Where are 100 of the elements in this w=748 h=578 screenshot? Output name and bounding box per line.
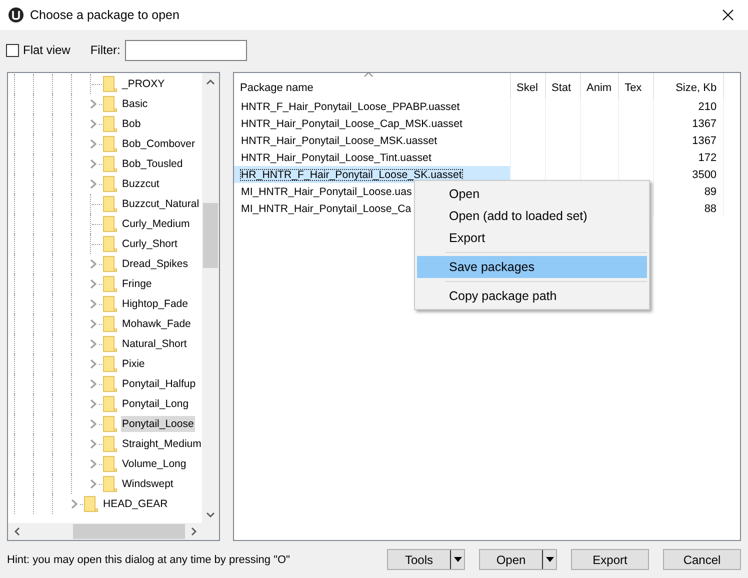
package-row[interactable]: HNTR_Hair_Ponytail_Loose_MSK.uasset xyxy=(234,132,510,149)
tree-item[interactable]: Natural_Short xyxy=(121,336,188,352)
chevron-icon[interactable] xyxy=(90,479,97,489)
tree-item[interactable]: Ponytail_Long xyxy=(121,396,190,412)
folder-icon xyxy=(103,396,117,412)
package-row[interactable]: HNTR_F_Hair_Ponytail_Loose_PPABP.uasset xyxy=(234,98,510,115)
scroll-down-icon[interactable] xyxy=(206,512,215,518)
folder-icon xyxy=(103,256,117,272)
scroll-thumb[interactable] xyxy=(73,524,185,539)
tree-item[interactable]: Bob_Tousled xyxy=(121,156,184,172)
folder-icon xyxy=(103,476,117,492)
folder-icon xyxy=(103,296,117,312)
package-row[interactable]: HNTR_Hair_Ponytail_Loose_Cap_MSK.uasset xyxy=(234,115,510,132)
dropdown-icon[interactable] xyxy=(546,557,554,562)
folder-icon xyxy=(103,456,117,472)
scroll-left-icon[interactable] xyxy=(14,527,20,536)
column-header[interactable]: Tex xyxy=(618,73,654,98)
package-row[interactable]: HR_HNTR_F_Hair_Ponytail_Loose_SK.uasset xyxy=(234,166,510,183)
tree-item[interactable]: Bob xyxy=(121,116,142,132)
tree-item[interactable]: Pixie xyxy=(121,356,146,372)
size-cell: 1367 xyxy=(692,134,717,146)
filter-field[interactable] xyxy=(125,40,248,60)
folder-icon xyxy=(103,116,117,132)
chevron-icon[interactable] xyxy=(90,379,97,389)
tree-item[interactable]: Buzzcut xyxy=(121,176,160,192)
tree-item[interactable]: Windswept xyxy=(121,476,174,492)
folder-icon xyxy=(103,216,117,232)
column-header[interactable]: Skel xyxy=(510,73,545,98)
chevron-icon[interactable] xyxy=(90,359,97,369)
chevron-icon[interactable] xyxy=(90,99,97,109)
folder-icon xyxy=(103,436,117,452)
folder-icon xyxy=(103,276,117,292)
tree-item[interactable]: Fringe xyxy=(121,276,153,292)
scroll-thumb[interactable] xyxy=(203,203,218,268)
dialog-button[interactable]: Export xyxy=(571,549,649,570)
tree-item[interactable]: HEAD_GEAR xyxy=(102,496,169,512)
tree-item[interactable]: Basic xyxy=(121,96,149,112)
chevron-icon[interactable] xyxy=(90,139,97,149)
tree-item[interactable]: Ponytail_Halfup xyxy=(121,376,197,392)
folder-icon xyxy=(103,156,117,172)
vertical-scrollbar[interactable] xyxy=(202,73,219,523)
dialog-button[interactable]: Open xyxy=(479,549,557,570)
folder-icon xyxy=(103,236,117,252)
dialog-button[interactable]: Tools xyxy=(387,549,465,570)
size-cell: 3500 xyxy=(692,168,717,180)
logo-icon xyxy=(8,7,24,23)
folder-icon xyxy=(103,376,117,392)
chevron-icon[interactable] xyxy=(90,299,97,309)
menu-item[interactable]: Save packages xyxy=(417,256,647,285)
folder-icon xyxy=(103,96,117,112)
chevron-icon[interactable] xyxy=(90,399,97,409)
chevron-icon[interactable] xyxy=(90,419,97,429)
folder-icon xyxy=(103,336,117,352)
size-cell: 88 xyxy=(704,202,717,214)
hint-text: Hint: you may open this dialog at any time by pressing "O" xyxy=(7,554,291,566)
chevron-icon[interactable] xyxy=(90,119,97,129)
dialog-button[interactable]: Cancel xyxy=(663,549,741,570)
folder-icon xyxy=(84,496,98,512)
tree-item[interactable]: Hightop_Fade xyxy=(121,296,189,312)
chevron-icon[interactable] xyxy=(90,319,97,329)
folder-icon xyxy=(103,136,117,152)
chevron-icon[interactable] xyxy=(90,439,97,449)
column-header[interactable]: Size, Kb xyxy=(653,73,724,98)
folder-icon xyxy=(103,356,117,372)
horizontal-scrollbar[interactable] xyxy=(8,523,202,540)
folder-icon xyxy=(103,76,117,92)
chevron-icon[interactable] xyxy=(71,499,78,509)
folder-icon xyxy=(103,416,117,432)
flat-view-checkbox[interactable] xyxy=(6,44,19,56)
chevron-icon[interactable] xyxy=(90,259,97,269)
column-header[interactable]: Package name xyxy=(234,73,510,98)
chevron-icon[interactable] xyxy=(90,459,97,469)
folder-icon xyxy=(103,316,117,332)
scroll-up-icon[interactable] xyxy=(206,78,215,84)
size-cell: 172 xyxy=(698,152,717,164)
tree-item[interactable]: Dread_Spikes xyxy=(121,256,189,272)
folder-icon xyxy=(103,176,117,192)
tree-item[interactable]: Mohawk_Fade xyxy=(121,316,192,332)
tree-item[interactable]: Curly_Short xyxy=(121,236,178,252)
tree-item[interactable]: Bob_Combover xyxy=(121,136,196,152)
chevron-icon[interactable] xyxy=(90,279,97,289)
filter-label: Filter: xyxy=(90,43,120,57)
tree-item[interactable]: Ponytail_Loose xyxy=(121,416,195,432)
chevron-icon[interactable] xyxy=(90,339,97,349)
dropdown-icon[interactable] xyxy=(454,557,462,562)
chevron-icon[interactable] xyxy=(90,159,97,169)
column-header[interactable]: Stat xyxy=(545,73,580,98)
size-cell: 210 xyxy=(698,100,717,112)
tree-item[interactable]: Straight_Medium xyxy=(121,436,202,452)
window-title: Choose a package to open xyxy=(30,8,180,22)
column-header[interactable]: Anim xyxy=(580,73,618,98)
size-cell: 89 xyxy=(704,186,717,198)
scroll-right-icon[interactable] xyxy=(190,527,196,536)
chevron-icon[interactable] xyxy=(90,179,97,189)
checkbox-label: Flat view xyxy=(23,43,70,57)
tree-item[interactable]: Volume_Long xyxy=(121,456,188,472)
tree-item[interactable]: Curly_Medium xyxy=(121,216,191,232)
tree-item[interactable]: Buzzcut_Natural xyxy=(121,196,200,212)
tree-item[interactable]: _PROXY xyxy=(121,76,166,92)
folder-icon xyxy=(103,196,117,212)
